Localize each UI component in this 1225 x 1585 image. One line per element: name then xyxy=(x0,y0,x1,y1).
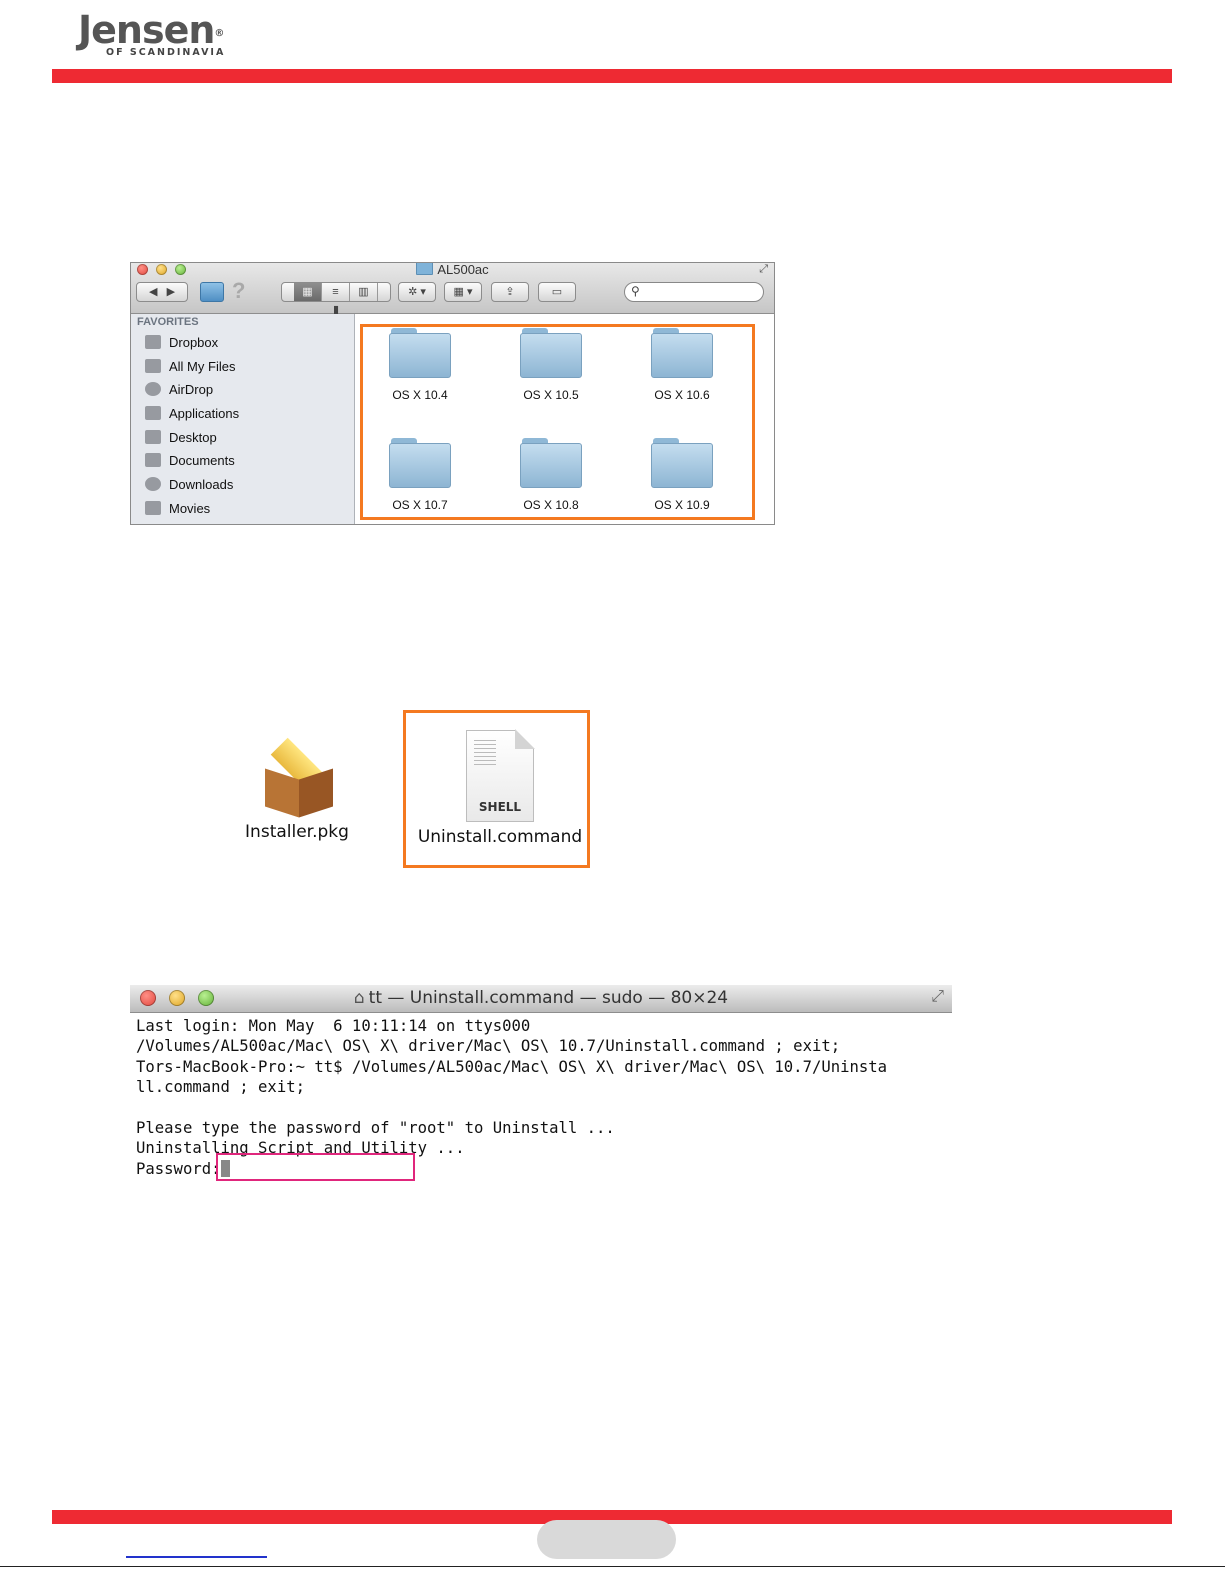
terminal-title: ⌂ tt — Uninstall.command — sudo — 80×24 xyxy=(353,988,729,1008)
fullscreen-icon[interactable]: ⤢ xyxy=(931,988,944,1006)
logo-subtitle: OF SCANDINAVIA xyxy=(106,47,226,58)
toggle-icon: ▭ xyxy=(551,286,563,298)
files-icon xyxy=(145,359,161,373)
forward-arrow-icon[interactable]: ▶ xyxy=(167,286,175,298)
footer-link-underline[interactable] xyxy=(126,1556,267,1558)
dropbox-folder-icon[interactable] xyxy=(200,282,224,302)
movies-icon xyxy=(145,501,161,515)
package-icon xyxy=(251,736,343,822)
sidebar-item-dropbox[interactable]: Dropbox xyxy=(145,332,350,354)
registered-mark: ® xyxy=(214,28,224,39)
folder-icon xyxy=(145,335,161,349)
installer-pkg[interactable]: Installer.pkg xyxy=(242,736,352,842)
terminal-line: ll.command ; exit; xyxy=(136,1078,305,1097)
arrange-menu-button[interactable]: ▦ ▾ xyxy=(444,282,482,302)
header-red-bar xyxy=(52,69,1172,83)
sidebar-item-movies[interactable]: Movies xyxy=(145,498,350,520)
terminal-line: ​ xyxy=(136,1098,887,1118)
share-icon: ⇪ xyxy=(505,286,515,298)
page-number-pill xyxy=(537,1520,676,1559)
footer-rule xyxy=(0,1566,1225,1567)
terminal-line: /Volumes/AL500ac/Mac\ OS\ X\ driver/Mac\… xyxy=(136,1037,841,1056)
folder-icon xyxy=(416,263,434,275)
column-view-icon[interactable]: ▥ xyxy=(350,283,378,301)
terminal-line: Tors-MacBook-Pro:~ tt$ /Volumes/AL500ac/… xyxy=(136,1057,888,1076)
back-arrow-icon[interactable]: ◀ xyxy=(149,286,157,298)
sidebar-item-airdrop[interactable]: AirDrop xyxy=(145,379,350,401)
password-highlight-box xyxy=(216,1153,415,1181)
home-icon: ⌂ xyxy=(353,988,365,1008)
arrange-grid-icon: ▦ xyxy=(453,286,464,298)
terminal-line: Last login: Mon May 6 10:11:14 on ttys00… xyxy=(136,1017,531,1035)
jensen-logo: Jensen® OF SCANDINAVIA xyxy=(78,10,225,58)
sidebar-item-all-my-files[interactable]: All My Files xyxy=(145,356,350,378)
back-forward-buttons[interactable]: ◀ ▶ xyxy=(136,282,188,302)
finder-sidebar: FAVORITES Dropbox All My Files AirDrop A… xyxy=(131,314,355,524)
tag-button[interactable]: ▭ xyxy=(538,282,576,302)
sidebar-item-applications[interactable]: Applications xyxy=(145,403,350,425)
airdrop-icon xyxy=(145,382,161,396)
icon-view-icon[interactable]: ▦ xyxy=(294,283,322,301)
fullscreen-icon[interactable]: ⤢ xyxy=(759,263,768,276)
search-input[interactable]: ⚲ xyxy=(624,282,764,302)
gear-icon: ✲ xyxy=(408,286,418,298)
logo-wordmark: Jensen® xyxy=(78,8,224,52)
uninstall-highlight-box xyxy=(403,710,590,868)
share-button[interactable]: ⇪ xyxy=(491,282,529,302)
download-icon xyxy=(145,477,161,491)
sidebar-heading: FAVORITES xyxy=(137,316,199,328)
sidebar-item-downloads[interactable]: Downloads xyxy=(145,474,350,496)
applications-icon xyxy=(145,406,161,420)
view-mode-control[interactable]: ▦ ≡ ▥▮ xyxy=(281,282,391,316)
search-icon: ⚲ xyxy=(631,284,640,298)
documents-icon xyxy=(145,453,161,467)
question-icon[interactable]: ? xyxy=(232,278,245,304)
action-menu-button[interactable]: ✲ ▾ xyxy=(398,282,436,302)
list-view-icon[interactable]: ≡ xyxy=(322,283,350,301)
window-title: AL500ac xyxy=(131,263,774,277)
desktop-icon xyxy=(145,430,161,444)
terminal-titlebar: ⌂ tt — Uninstall.command — sudo — 80×24 ⤢ xyxy=(130,985,952,1013)
terminal-line: Please type the password of "root" to Un… xyxy=(136,1119,615,1138)
sidebar-item-desktop[interactable]: Desktop xyxy=(145,427,350,449)
finder-toolbar: AL500ac ⤢ ◀ ▶ ? ▦ ≡ ▥▮ ✲ ▾ ▦ ▾ ⇪ ▭ ⚲ xyxy=(131,263,774,316)
folders-highlight-box xyxy=(360,324,755,520)
sidebar-item-documents[interactable]: Documents xyxy=(145,450,350,472)
